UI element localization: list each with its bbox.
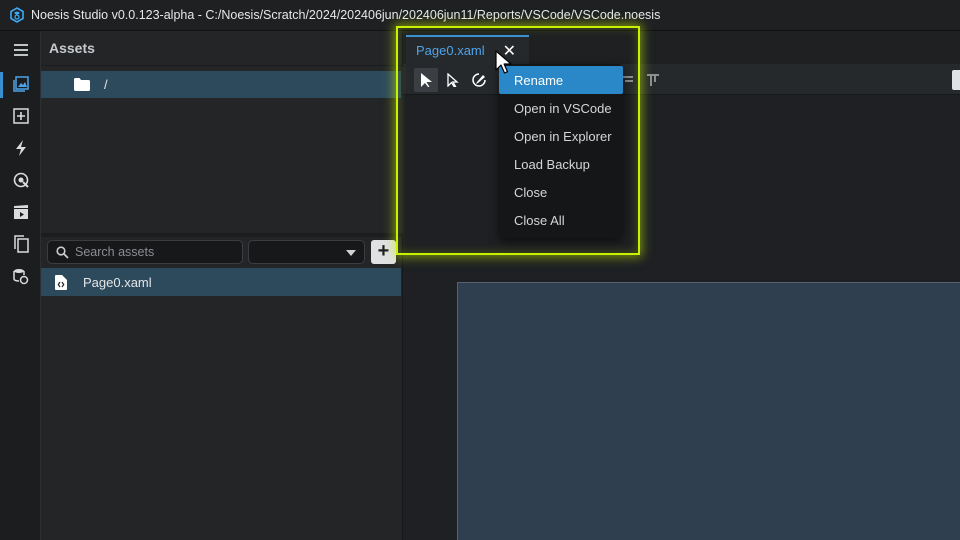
title-bar: Noesis Studio v0.0.123-alpha - C:/Noesis… bbox=[0, 0, 960, 31]
search-box[interactable] bbox=[47, 240, 243, 264]
editor-tab-bar: Page0.xaml ✕ bbox=[403, 31, 960, 64]
select-icon bbox=[421, 73, 432, 87]
design-canvas-page[interactable] bbox=[457, 282, 960, 540]
asset-search-row: + bbox=[41, 238, 403, 268]
asset-file-label: Page0.xaml bbox=[83, 274, 152, 290]
data-button[interactable] bbox=[0, 261, 41, 291]
noesis-logo-icon bbox=[10, 7, 24, 23]
folder-tree: / bbox=[41, 67, 403, 233]
asset-list-item[interactable]: Page0.xaml bbox=[41, 268, 401, 296]
align-top-tool[interactable] bbox=[641, 68, 665, 92]
tab-label: Page0.xaml bbox=[416, 43, 485, 58]
pages-button[interactable] bbox=[0, 229, 41, 259]
asset-filter-select[interactable] bbox=[248, 240, 365, 264]
lightning-icon bbox=[15, 140, 26, 156]
documents-icon bbox=[13, 235, 29, 253]
add-asset-button[interactable]: + bbox=[371, 240, 396, 264]
align-top-icon bbox=[647, 74, 659, 86]
direct-select-tool[interactable] bbox=[441, 68, 465, 92]
editor-area: Page0.xaml ✕ bbox=[403, 31, 960, 540]
activity-bar bbox=[0, 31, 41, 540]
assets-button[interactable] bbox=[0, 69, 41, 99]
animation-button[interactable] bbox=[0, 197, 41, 227]
menu-item-close[interactable]: Close bbox=[499, 178, 623, 206]
select-tool[interactable] bbox=[414, 68, 438, 92]
database-link-icon bbox=[12, 269, 28, 285]
mouse-cursor-icon bbox=[495, 50, 512, 74]
search-input[interactable] bbox=[75, 245, 235, 259]
design-workspace[interactable] bbox=[403, 95, 960, 540]
add-element-button[interactable] bbox=[0, 101, 41, 131]
pen-icon bbox=[472, 73, 486, 87]
window-title: Noesis Studio v0.0.123-alpha - C:/Noesis… bbox=[31, 8, 661, 22]
target-icon bbox=[13, 172, 29, 188]
direct-select-icon bbox=[447, 73, 459, 87]
add-box-icon bbox=[12, 108, 29, 124]
events-button[interactable] bbox=[0, 133, 41, 163]
menu-item-open-in-explorer[interactable]: Open in Explorer bbox=[499, 122, 623, 150]
folder-tree-row[interactable]: / bbox=[41, 71, 401, 98]
clapper-icon bbox=[13, 205, 28, 219]
folder-tree-label: / bbox=[104, 77, 108, 92]
assets-panel-title: Assets bbox=[41, 31, 403, 66]
toolbar-overflow-button[interactable] bbox=[952, 70, 960, 90]
assets-icon bbox=[12, 76, 29, 92]
menu-icon bbox=[13, 44, 28, 56]
search-icon bbox=[56, 245, 69, 259]
design-toolbar bbox=[403, 64, 960, 95]
tab-context-menu: Rename Open in VSCode Open in Explorer L… bbox=[499, 64, 623, 238]
menu-item-open-in-vscode[interactable]: Open in VSCode bbox=[499, 94, 623, 122]
menu-item-load-backup[interactable]: Load Backup bbox=[499, 150, 623, 178]
menu-button[interactable] bbox=[0, 35, 41, 65]
interactions-button[interactable] bbox=[0, 165, 41, 195]
panel-splitter[interactable] bbox=[41, 233, 403, 237]
assets-panel: Assets / + Page0.xaml bbox=[41, 31, 403, 540]
pen-tool[interactable] bbox=[467, 68, 491, 92]
xaml-file-icon bbox=[55, 274, 67, 290]
menu-item-close-all[interactable]: Close All bbox=[499, 206, 623, 234]
folder-icon bbox=[74, 78, 90, 91]
chevron-down-icon bbox=[346, 250, 356, 256]
menu-item-rename[interactable]: Rename bbox=[499, 66, 623, 94]
